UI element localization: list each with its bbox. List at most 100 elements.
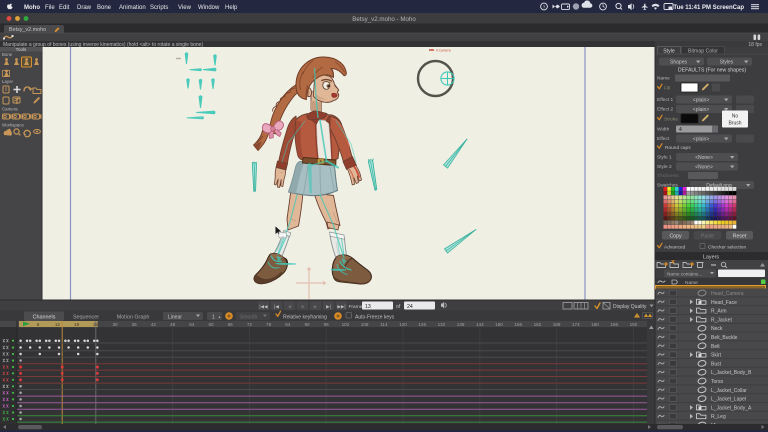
- svg-text:96: 96: [324, 322, 330, 327]
- svg-text:Bone: Bone: [97, 5, 112, 11]
- svg-text:Width: Width: [657, 127, 670, 133]
- svg-text:Workspace: Workspace: [2, 123, 24, 128]
- svg-text:<None>: <None>: [695, 155, 713, 161]
- svg-text:Layers: Layers: [703, 254, 719, 260]
- svg-text:■: ■: [301, 304, 304, 309]
- svg-text:Name: Name: [657, 76, 670, 82]
- svg-text:0 Camera: 0 Camera: [436, 49, 451, 53]
- svg-text:L_Jacket_Body_B: L_Jacket_Body_B: [711, 370, 752, 376]
- svg-text:66: 66: [228, 322, 234, 327]
- svg-text:138: 138: [457, 322, 465, 327]
- svg-text:Reset: Reset: [733, 234, 747, 240]
- svg-text:Head_Face: Head_Face: [711, 300, 737, 306]
- svg-text:Round caps: Round caps: [665, 145, 691, 151]
- svg-text:Effect: Effect: [657, 136, 670, 142]
- svg-text:Auto-Freeze keys: Auto-Freeze keys: [355, 314, 395, 320]
- svg-text:Relative keyframing: Relative keyframing: [283, 314, 327, 320]
- svg-text:54: 54: [189, 322, 195, 327]
- svg-text:42: 42: [151, 322, 157, 327]
- svg-text:of: of: [396, 304, 401, 310]
- svg-text:48: 48: [170, 322, 176, 327]
- svg-text:Effect 2: Effect 2: [657, 107, 674, 113]
- svg-text:Shapes: Shapes: [670, 60, 687, 66]
- svg-text:Torso: Torso: [711, 379, 723, 385]
- svg-text:Effect 1: Effect 1: [657, 97, 674, 103]
- svg-text:<None>: <None>: [695, 165, 713, 171]
- svg-text:78: 78: [266, 322, 272, 327]
- svg-text:ScreenCap: ScreenCap: [713, 5, 745, 11]
- svg-text:186: 186: [610, 322, 618, 327]
- svg-text:168: 168: [553, 322, 561, 327]
- svg-text:Brush: Brush: [728, 121, 741, 127]
- svg-text:Manipulate a group of bones (u: Manipulate a group of bones (using inver…: [3, 42, 203, 48]
- svg-text:Checker selection: Checker selection: [708, 245, 746, 251]
- svg-text:12: 12: [55, 322, 61, 327]
- svg-text:84: 84: [285, 322, 291, 327]
- svg-text:Draw: Draw: [77, 5, 92, 11]
- svg-text:Tools: Tools: [16, 47, 27, 52]
- svg-text:R_Jacket: R_Jacket: [711, 317, 732, 323]
- svg-text:Layer: Layer: [2, 79, 14, 84]
- svg-text:Animation: Animation: [119, 5, 146, 11]
- svg-text:Frame: Frame: [349, 304, 363, 310]
- svg-text:Style: Style: [663, 48, 675, 54]
- svg-text:180: 180: [591, 322, 599, 327]
- svg-text:No: No: [732, 114, 739, 120]
- svg-text:Bone: Bone: [2, 52, 13, 57]
- svg-text:Betsy_v2.moho - Moho: Betsy_v2.moho - Moho: [352, 16, 416, 23]
- svg-text:▶: ▶: [314, 304, 318, 309]
- svg-text:DEFAULTS (For new shapes): DEFAULTS (For new shapes): [678, 68, 746, 74]
- svg-text:18: 18: [74, 322, 80, 327]
- svg-text:↔: ↔: [281, 234, 285, 238]
- svg-text:Camera: Camera: [2, 107, 18, 112]
- svg-text:L_Jacket_Lapel: L_Jacket_Lapel: [711, 397, 746, 403]
- svg-text:36: 36: [132, 322, 138, 327]
- svg-text:13: 13: [365, 304, 371, 310]
- svg-text:Thickness: Thickness: [657, 173, 679, 179]
- svg-text:▶|: ▶|: [326, 304, 331, 309]
- svg-text:Fill: Fill: [664, 86, 670, 92]
- svg-text:Skirt: Skirt: [711, 353, 722, 359]
- svg-text:Linear: Linear: [168, 314, 182, 320]
- svg-text:162: 162: [534, 322, 542, 327]
- svg-text:Bust: Bust: [711, 361, 722, 367]
- svg-text:60: 60: [208, 322, 214, 327]
- svg-text:Help: Help: [225, 5, 238, 11]
- svg-text:192: 192: [630, 322, 638, 327]
- svg-text:126: 126: [418, 322, 426, 327]
- svg-text:Neck: Neck: [711, 326, 723, 332]
- svg-text:Motion Graph: Motion Graph: [117, 315, 150, 321]
- svg-text:Smooth: Smooth: [240, 314, 257, 320]
- svg-text:T: T: [15, 97, 20, 106]
- svg-text:Display Quality: Display Quality: [613, 304, 647, 310]
- svg-text:Style 2: Style 2: [657, 164, 672, 170]
- svg-text:114: 114: [380, 322, 388, 327]
- svg-text:L_Jacket_Collar: L_Jacket_Collar: [711, 388, 747, 394]
- svg-text:R_Arm: R_Arm: [711, 309, 727, 315]
- svg-text:72: 72: [247, 322, 253, 327]
- svg-text:L_Jacket_Body_A: L_Jacket_Body_A: [711, 405, 752, 411]
- svg-text:156: 156: [514, 322, 522, 327]
- svg-text:144: 144: [476, 322, 484, 327]
- svg-text:<plain>: <plain>: [693, 98, 709, 104]
- svg-text:|◀◀: |◀◀: [259, 304, 268, 309]
- svg-text:Bitmap Color: Bitmap Color: [688, 48, 718, 54]
- svg-text:Tue 11:41 PM: Tue 11:41 PM: [673, 5, 711, 11]
- svg-text:<plain>: <plain>: [693, 137, 709, 143]
- svg-text:6: 6: [37, 322, 40, 327]
- svg-text:150: 150: [495, 322, 503, 327]
- svg-text:Edit: Edit: [59, 5, 70, 11]
- svg-text:132: 132: [438, 322, 446, 327]
- svg-text:18 fps: 18 fps: [748, 42, 762, 48]
- svg-text:<plain>: <plain>: [693, 107, 709, 113]
- svg-text:Advanced: Advanced: [664, 245, 686, 251]
- svg-text:R_Leg: R_Leg: [711, 414, 726, 420]
- svg-text:▶▶|: ▶▶|: [337, 304, 345, 309]
- svg-text:|◀: |◀: [274, 304, 279, 309]
- svg-text:Name: Name: [685, 280, 698, 286]
- svg-text:Window: Window: [198, 5, 220, 11]
- svg-text:Style 1: Style 1: [657, 155, 672, 161]
- svg-text:Head_Camera: Head_Camera: [711, 291, 744, 297]
- svg-text:90: 90: [304, 322, 310, 327]
- svg-text:108: 108: [361, 322, 369, 327]
